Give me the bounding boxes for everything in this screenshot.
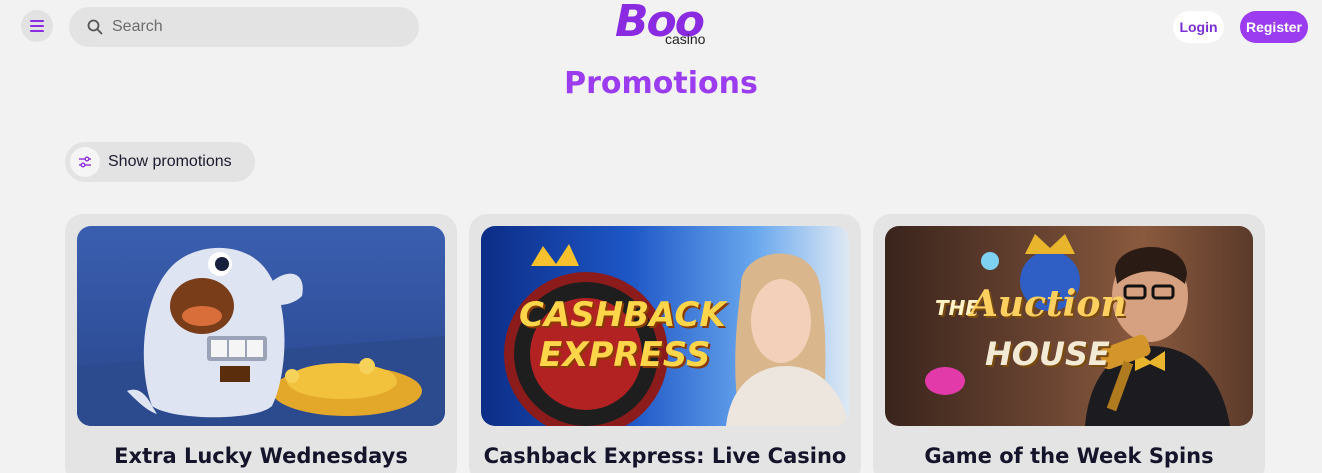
filter-icon (70, 147, 100, 177)
promotion-title-3: Game of the Week Spins (924, 444, 1214, 468)
show-promotions-button[interactable]: Show promotions (65, 142, 255, 182)
page-title: Promotions (564, 66, 758, 101)
search-bar[interactable] (69, 7, 419, 47)
logo-sub-text: casino (665, 31, 706, 47)
register-button[interactable]: Register (1240, 11, 1308, 43)
promotion-image-3: THE Auction HOUSE (885, 226, 1253, 426)
hamburger-icon (30, 20, 44, 32)
promotion-title-2: Cashback Express: Live Casino (483, 444, 847, 468)
show-promotions-label: Show promotions (108, 153, 232, 170)
promotion-card-2[interactable]: CASHBACK EXPRESS Cashback Express: Live … (469, 214, 861, 473)
promotion-image-2: CASHBACK EXPRESS (481, 226, 849, 426)
search-icon (87, 19, 103, 35)
logo[interactable]: Boo casino (615, 0, 715, 52)
promotion-title-1: Extra Lucky Wednesdays (114, 444, 408, 468)
auction-text-2: Auction (970, 283, 1127, 325)
cashback-text-2: EXPRESS (539, 335, 711, 375)
search-input[interactable] (112, 18, 392, 36)
auction-text-3: HOUSE (985, 335, 1110, 373)
promotion-image-1 (77, 226, 445, 426)
cashback-text-1: CASHBACK (519, 295, 726, 335)
menu-button[interactable] (21, 10, 53, 42)
login-button[interactable]: Login (1173, 11, 1224, 43)
promotion-card-3[interactable]: THE Auction HOUSE Game of the Week Spins (873, 214, 1265, 473)
promotion-card-1[interactable]: Extra Lucky Wednesdays (65, 214, 457, 473)
